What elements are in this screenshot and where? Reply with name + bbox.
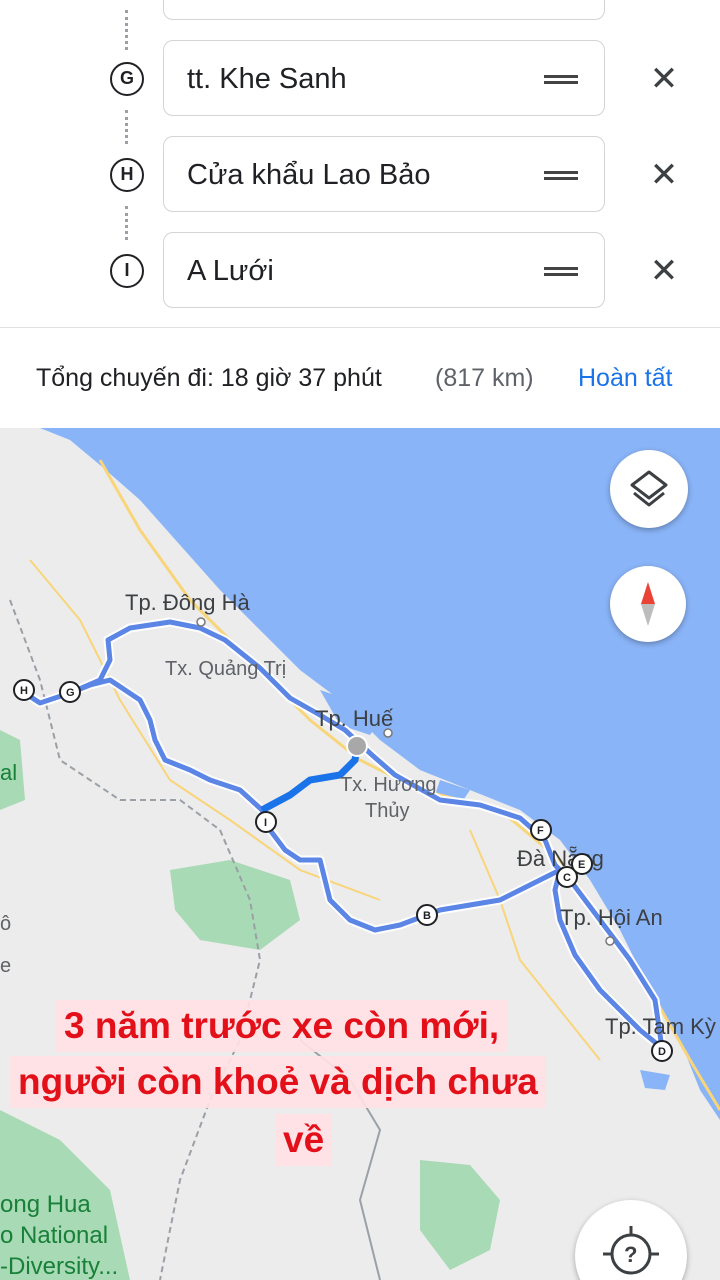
- trip-duration: Tổng chuyến đi: 18 giờ 37 phút: [36, 364, 382, 392]
- place-park-2: o National: [0, 1222, 108, 1249]
- place-quang-tri: Tx. Quảng Trị: [165, 658, 286, 680]
- help-icon: ?: [603, 1226, 659, 1275]
- city-dot: [196, 617, 206, 627]
- waypoint-b: B: [416, 904, 438, 926]
- place-park-1: ong Hua: [0, 1191, 91, 1218]
- drag-handle-icon[interactable]: [544, 75, 578, 84]
- compass-button[interactable]: [610, 566, 686, 642]
- trip-distance: (817 km): [435, 364, 534, 392]
- route-dots: [125, 10, 132, 50]
- stop-value: A Lưới: [187, 255, 274, 287]
- caption-line-1: 3 năm trước xe còn mới,: [56, 1000, 508, 1052]
- place-park-3: -Diversity...: [0, 1253, 118, 1280]
- waypoint-i: I: [255, 811, 277, 833]
- stop-input-previous[interactable]: [163, 0, 605, 20]
- stop-marker-h: H: [110, 158, 144, 192]
- trip-summary: Tổng chuyến đi: 18 giờ 37 phút (817 km) …: [0, 328, 720, 428]
- remove-stop-g-close-icon[interactable]: ✕: [647, 62, 681, 96]
- waypoint-e: E: [571, 853, 593, 875]
- stop-value: tt. Khe Sanh: [187, 63, 347, 95]
- route-dots: [125, 110, 132, 144]
- layers-icon: [630, 470, 668, 507]
- stops-list: G tt. Khe Sanh ✕ H Cửa khẩu Lao Bảo ✕ I …: [0, 0, 720, 328]
- help-button[interactable]: ?: [575, 1200, 687, 1280]
- place-edge-2: ô: [0, 913, 11, 935]
- svg-text:D: D: [658, 1046, 666, 1058]
- layers-button[interactable]: [610, 450, 688, 528]
- waypoint-g: G: [59, 681, 81, 703]
- waypoint-h: H: [13, 679, 35, 701]
- caption-line-2: người còn khoẻ và dịch chưa: [10, 1056, 546, 1108]
- stop-input-g[interactable]: tt. Khe Sanh: [163, 40, 605, 116]
- stop-input-i[interactable]: A Lưới: [163, 232, 605, 308]
- svg-text:H: H: [20, 685, 28, 697]
- place-edge-3: e: [0, 955, 11, 977]
- done-button[interactable]: Hoàn tất: [578, 364, 673, 393]
- place-hoi-an: Tp. Hội An: [560, 905, 663, 930]
- waypoint-f: F: [530, 819, 552, 841]
- stop-marker-g: G: [110, 62, 144, 96]
- svg-text:F: F: [537, 825, 544, 837]
- caption-line-3: về: [275, 1114, 333, 1166]
- svg-text:G: G: [66, 687, 75, 699]
- map-view[interactable]: Tp. Đông Hà Tx. Quảng Trị Tp. Huế Tx. Hư…: [0, 428, 720, 1280]
- waypoint-d: D: [651, 1040, 673, 1062]
- route-dots: [125, 206, 132, 240]
- stop-input-h[interactable]: Cửa khẩu Lao Bảo: [163, 136, 605, 212]
- remove-stop-h-close-icon[interactable]: ✕: [647, 158, 681, 192]
- place-huong-thuy-2: Thủy: [365, 800, 409, 822]
- stop-value: Cửa khẩu Lao Bảo: [187, 159, 431, 191]
- place-huong-thuy-1: Tx. Hương: [340, 774, 437, 796]
- compass-icon: [641, 582, 655, 626]
- drag-handle-icon[interactable]: [544, 171, 578, 180]
- svg-text:E: E: [578, 859, 585, 871]
- place-edge-1: al: [0, 760, 17, 785]
- stop-marker-i: I: [110, 254, 144, 288]
- place-hue: Tp. Huế: [315, 706, 393, 731]
- city-dot: [605, 936, 615, 946]
- remove-stop-i-close-icon[interactable]: ✕: [647, 254, 681, 288]
- svg-text:B: B: [423, 910, 431, 922]
- map-canvas: Tp. Đông Hà Tx. Quảng Trị Tp. Huế Tx. Hư…: [0, 428, 720, 1280]
- place-dong-ha: Tp. Đông Hà: [125, 590, 250, 615]
- drag-handle-icon[interactable]: [544, 267, 578, 276]
- svg-text:I: I: [264, 817, 267, 829]
- svg-text:?: ?: [624, 1242, 637, 1267]
- svg-text:C: C: [563, 872, 571, 884]
- place-tam-ky: Tp. Tam Kỳ: [605, 1014, 716, 1039]
- current-location: [346, 735, 368, 757]
